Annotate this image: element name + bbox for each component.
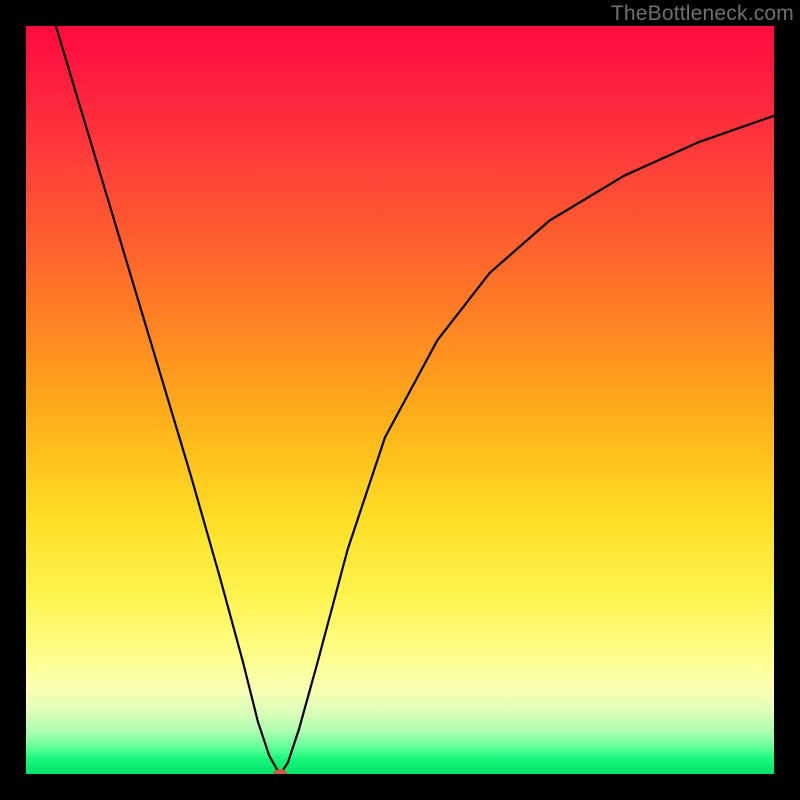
chart-curve — [26, 26, 774, 774]
chart-plot-area — [26, 26, 774, 774]
curve-minimum-marker — [273, 769, 287, 774]
curve-polyline — [56, 26, 774, 774]
chart-frame: TheBottleneck.com — [0, 0, 800, 800]
watermark-text: TheBottleneck.com — [611, 2, 794, 26]
